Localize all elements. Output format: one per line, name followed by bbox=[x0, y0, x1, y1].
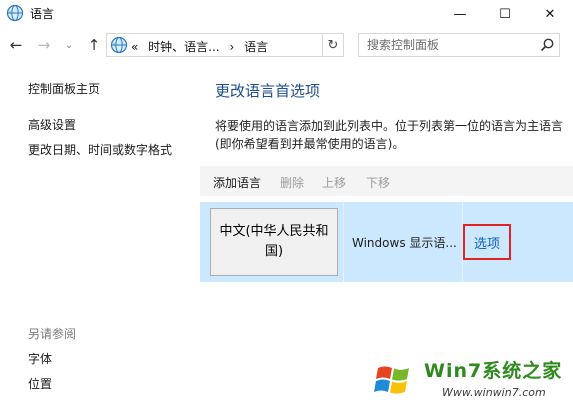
close-button[interactable]: ✕ bbox=[527, 0, 573, 28]
language-status: Windows 显示语... bbox=[352, 236, 457, 250]
address-bar[interactable]: « 时钟、语言... › 语言 ⌄ bbox=[106, 33, 420, 57]
back-button[interactable]: ← bbox=[6, 30, 26, 60]
search-input[interactable] bbox=[359, 34, 543, 56]
language-options-link[interactable]: 选项 bbox=[463, 224, 511, 260]
sidebar-link-control-panel-home[interactable]: 控制面板主页 bbox=[28, 80, 100, 97]
minimize-button[interactable]: — bbox=[437, 0, 483, 28]
page-description: 将要使用的语言添加到此列表中。位于列表第一位的语言为主语言(即你希望看到并最常使… bbox=[215, 119, 564, 151]
globe-clock-icon bbox=[110, 36, 128, 54]
page-title: 更改语言首选项 bbox=[215, 82, 321, 100]
navigation-bar: ← → ⌄ ↑ « 时钟、语言... › 语言 ⌄ ↻ bbox=[0, 30, 573, 60]
watermark-url: Www.winwin7.com bbox=[442, 386, 546, 399]
globe-clock-icon bbox=[6, 4, 24, 22]
language-name-button[interactable]: 中文(中华人民共和国) bbox=[210, 208, 338, 276]
add-language-button[interactable]: 添加语言 bbox=[213, 174, 261, 191]
breadcrumb-item-clock-language[interactable]: 时钟、语言... bbox=[148, 40, 219, 54]
breadcrumb-item-language[interactable]: 语言 bbox=[244, 40, 268, 54]
windows-logo-icon bbox=[374, 366, 409, 394]
refresh-button[interactable]: ↻ bbox=[322, 33, 344, 57]
forward-button[interactable]: → bbox=[34, 30, 54, 60]
maximize-button[interactable]: ☐ bbox=[482, 0, 528, 28]
title-bar: 语言 — ☐ ✕ bbox=[0, 0, 573, 28]
window-title: 语言 bbox=[30, 7, 55, 21]
sidebar-link-location[interactable]: 位置 bbox=[28, 375, 52, 392]
language-list-item[interactable]: 中文(中华人民共和国) Windows 显示语... 选项 bbox=[200, 202, 573, 282]
language-toolbar: 添加语言 删除 上移 下移 bbox=[200, 166, 573, 196]
see-also-heading: 另请参阅 bbox=[28, 327, 77, 341]
up-button[interactable]: ↑ bbox=[84, 30, 104, 60]
breadcrumb-separator[interactable]: › bbox=[229, 40, 234, 54]
move-down-button[interactable]: 下移 bbox=[366, 174, 390, 191]
recent-locations-button[interactable]: ⌄ bbox=[62, 30, 76, 60]
watermark: Win7系统之家 Www.winwin7.com bbox=[368, 354, 568, 406]
search-box[interactable] bbox=[358, 33, 560, 57]
watermark-text: Win7系统之家 bbox=[424, 360, 563, 382]
sidebar-link-advanced-settings[interactable]: 高级设置 bbox=[28, 116, 76, 133]
remove-language-button[interactable]: 删除 bbox=[280, 174, 304, 191]
column-divider bbox=[343, 202, 344, 282]
sidebar-link-change-date-time-format[interactable]: 更改日期、时间或数字格式 bbox=[28, 141, 172, 158]
move-up-button[interactable]: 上移 bbox=[322, 174, 346, 191]
sidebar: 控制面板主页 高级设置 更改日期、时间或数字格式 另请参阅 字体 位置 bbox=[0, 60, 200, 411]
sidebar-link-fonts[interactable]: 字体 bbox=[28, 350, 52, 367]
breadcrumb: « 时钟、语言... › 语言 bbox=[131, 38, 268, 55]
search-icon[interactable] bbox=[539, 37, 555, 53]
breadcrumb-overflow[interactable]: « bbox=[131, 40, 138, 54]
